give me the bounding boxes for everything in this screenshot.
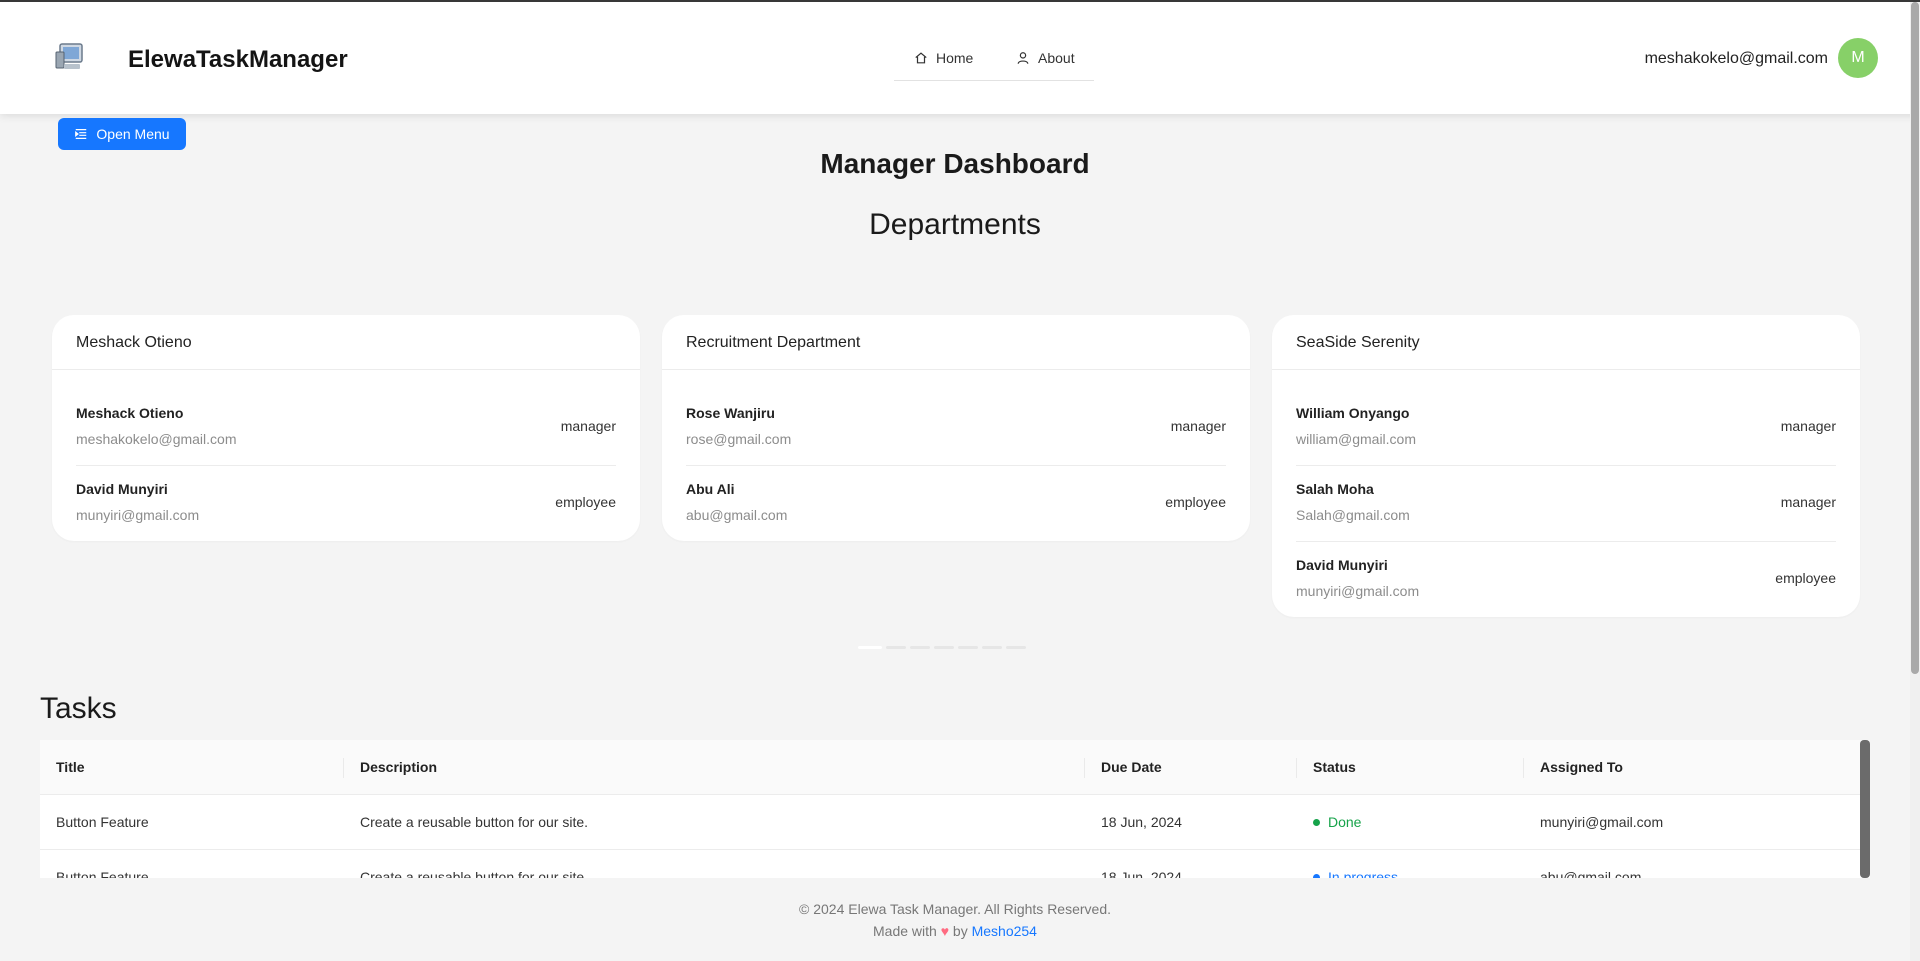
department-card: SeaSide Serenity William Onyango william… <box>1272 315 1860 617</box>
member-role: manager <box>1780 494 1836 510</box>
task-due-date: 18 Jun, 2024 <box>1085 794 1297 850</box>
carousel-dot[interactable] <box>910 646 930 649</box>
footer: © 2024 Elewa Task Manager. All Rights Re… <box>0 898 1910 942</box>
member-name: William Onyango <box>1296 405 1410 421</box>
status-dot-icon <box>1313 818 1320 826</box>
member-name: David Munyiri <box>76 481 168 497</box>
member-item: Abu Ali abu@gmail.com employee <box>686 466 1226 541</box>
column-header-description[interactable]: Description <box>344 740 1085 795</box>
main-nav: Home About <box>894 36 1094 81</box>
home-icon <box>915 52 927 64</box>
table-header-row: Title Description Due Date Status Assign… <box>40 740 1870 795</box>
member-role: manager <box>1780 418 1836 434</box>
member-email: william@gmail.com <box>1296 431 1417 447</box>
status-text: In progress <box>1328 869 1399 878</box>
footer-made-with: Made with <box>873 923 937 939</box>
heart-icon: ♥ <box>940 923 950 939</box>
user-icon <box>1017 52 1029 64</box>
member-role: employee <box>1165 494 1226 510</box>
task-assigned-to: munyiri@gmail.com <box>1524 794 1870 850</box>
member-role: manager <box>1170 418 1226 434</box>
task-status-cell: In progress <box>1297 849 1524 878</box>
departments-heading: Departments <box>869 208 1041 241</box>
status-badge: Done <box>1313 814 1508 830</box>
member-role: employee <box>555 494 616 510</box>
member-item: William Onyango william@gmail.com manage… <box>1296 390 1836 466</box>
department-title: Meshack Otieno <box>52 315 640 370</box>
member-name: David Munyiri <box>1296 557 1388 573</box>
member-name: Abu Ali <box>686 481 735 497</box>
nav-home-label: Home <box>936 50 974 66</box>
carousel-dot[interactable] <box>858 646 882 649</box>
page-scrollbar[interactable] <box>1910 2 1920 961</box>
column-header-status[interactable]: Status <box>1297 740 1524 795</box>
member-email: Salah@gmail.com <box>1296 507 1410 523</box>
member-email: munyiri@gmail.com <box>1296 583 1420 599</box>
table-row[interactable]: Button Feature Create a reusable button … <box>40 794 1870 850</box>
table-row[interactable]: Button Feature Create a reusable button … <box>40 849 1870 878</box>
tasks-heading: Tasks <box>40 692 117 725</box>
nav-home[interactable]: Home <box>914 50 973 66</box>
carousel-dot[interactable] <box>982 646 1002 649</box>
member-item: Rose Wanjiru rose@gmail.com manager <box>686 390 1226 466</box>
footer-copyright: © 2024 Elewa Task Manager. All Rights Re… <box>799 901 1111 917</box>
carousel-dot[interactable] <box>934 646 954 649</box>
department-title: SeaSide Serenity <box>1272 315 1860 370</box>
column-header-assigned-to[interactable]: Assigned To <box>1524 740 1870 795</box>
department-card: Recruitment Department Rose Wanjiru rose… <box>662 315 1250 541</box>
carousel-dots <box>858 646 1026 649</box>
task-status-cell: Done <box>1297 794 1524 850</box>
carousel-dot[interactable] <box>1006 646 1026 649</box>
column-header-due-date[interactable]: Due Date <box>1085 740 1297 795</box>
member-name: Rose Wanjiru <box>686 405 775 421</box>
footer-by: by <box>952 923 968 939</box>
member-name: Meshack Otieno <box>76 405 184 421</box>
member-email: meshakokelo@gmail.com <box>76 431 237 447</box>
author-link[interactable]: Mesho254 <box>972 923 1037 939</box>
open-menu-button[interactable]: Open Menu <box>58 118 186 150</box>
department-title: Recruitment Department <box>662 315 1250 370</box>
task-title: Button Feature <box>40 849 344 878</box>
nav-about[interactable]: About <box>1016 50 1075 66</box>
page-scrollbar-thumb[interactable] <box>1911 2 1919 674</box>
member-item: Salah Moha Salah@gmail.com manager <box>1296 466 1836 542</box>
status-badge: In progress <box>1313 869 1508 878</box>
app-logo-icon <box>55 43 83 69</box>
member-email: abu@gmail.com <box>686 507 788 523</box>
user-email: meshakokelo@gmail.com <box>1644 50 1828 67</box>
member-item: David Munyiri munyiri@gmail.com employee <box>76 466 616 541</box>
member-email: rose@gmail.com <box>686 431 792 447</box>
status-dot-icon <box>1313 873 1320 878</box>
member-item: David Munyiri munyiri@gmail.com employee <box>1296 542 1836 617</box>
task-title: Button Feature <box>40 794 344 850</box>
carousel-dot[interactable] <box>886 646 906 649</box>
tasks-table[interactable]: Title Description Due Date Status Assign… <box>40 740 1870 878</box>
open-menu-label: Open Menu <box>96 126 170 142</box>
page-title: Manager Dashboard <box>820 148 1090 179</box>
footer-credit: Made with ♥ by Mesho254 <box>0 920 1910 942</box>
member-role: manager <box>560 418 616 434</box>
column-header-title[interactable]: Title <box>40 740 344 795</box>
menu-unfold-icon <box>75 129 87 139</box>
department-card: Meshack Otieno Meshack Otieno meshakokel… <box>52 315 640 541</box>
member-item: Meshack Otieno meshakokelo@gmail.com man… <box>76 390 616 466</box>
top-header: ElewaTaskManager Home About meshakokelo@… <box>0 2 1920 114</box>
task-description: Create a reusable button for our site. <box>344 849 1085 878</box>
task-due-date: 18 Jun, 2024 <box>1085 849 1297 878</box>
member-email: munyiri@gmail.com <box>76 507 200 523</box>
app-brand[interactable]: ElewaTaskManager <box>128 46 348 74</box>
task-assigned-to: abu@gmail.com <box>1524 849 1870 878</box>
carousel-dot[interactable] <box>958 646 978 649</box>
task-description: Create a reusable button for our site. <box>344 794 1085 850</box>
member-role: employee <box>1775 570 1836 586</box>
avatar[interactable]: M <box>1838 38 1878 78</box>
status-text: Done <box>1328 814 1362 830</box>
nav-about-label: About <box>1038 50 1075 66</box>
table-scrollbar[interactable] <box>1860 740 1870 878</box>
member-name: Salah Moha <box>1296 481 1374 497</box>
